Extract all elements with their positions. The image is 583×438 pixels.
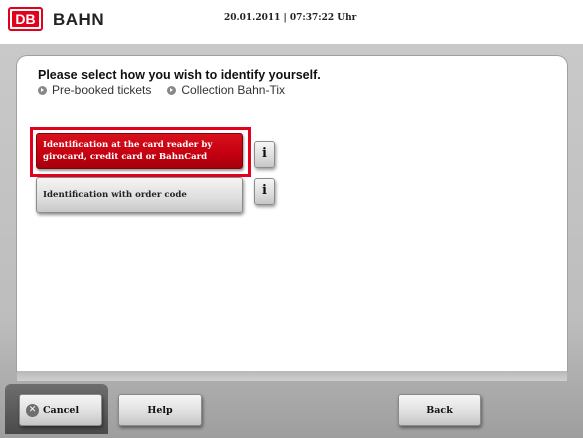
card-reader-identification-button[interactable]: Identification at the card reader by gir…	[36, 133, 243, 169]
panel-footer-shade	[17, 371, 567, 381]
back-label: Back	[426, 404, 453, 416]
breadcrumb-label: Collection Bahn-Tix	[181, 83, 285, 97]
cancel-label: Cancel	[43, 404, 80, 416]
cancel-button[interactable]: ✕ Cancel	[19, 394, 102, 426]
card-reader-info-button[interactable]: i	[254, 141, 275, 168]
header: DB BAHN 20.01.2011 | 07:37:22 Uhr	[0, 0, 583, 44]
button-label: Identification at the card reader by gir…	[43, 139, 212, 163]
content-panel	[17, 56, 567, 371]
breadcrumb-item: Pre-booked tickets	[38, 83, 151, 97]
order-code-identification-button[interactable]: Identification with order code	[36, 177, 243, 213]
datetime: 20.01.2011 | 07:37:22 Uhr	[224, 13, 357, 23]
arrow-bullet-icon	[167, 85, 177, 95]
button-label-line: girocard, credit card or BahnCard	[43, 152, 208, 162]
help-label: Help	[147, 404, 173, 416]
order-code-info-button[interactable]: i	[254, 178, 275, 205]
x-circle-icon: ✕	[26, 403, 39, 417]
breadcrumb: Pre-booked tickets Collection Bahn-Tix	[38, 83, 301, 97]
page-title: Please select how you wish to identify y…	[38, 68, 321, 82]
help-button[interactable]: Help	[118, 394, 202, 426]
db-logo: DB	[8, 7, 43, 31]
button-label: Identification with order code	[43, 190, 187, 200]
back-button[interactable]: Back	[398, 394, 481, 426]
breadcrumb-label: Pre-booked tickets	[52, 83, 152, 97]
db-logo-text: DB	[12, 11, 39, 27]
arrow-bullet-icon	[38, 85, 47, 95]
brand-name: BAHN	[53, 10, 105, 29]
button-label-line: Identification at the card reader by	[43, 140, 213, 150]
breadcrumb-item: Collection Bahn-Tix	[167, 83, 285, 97]
